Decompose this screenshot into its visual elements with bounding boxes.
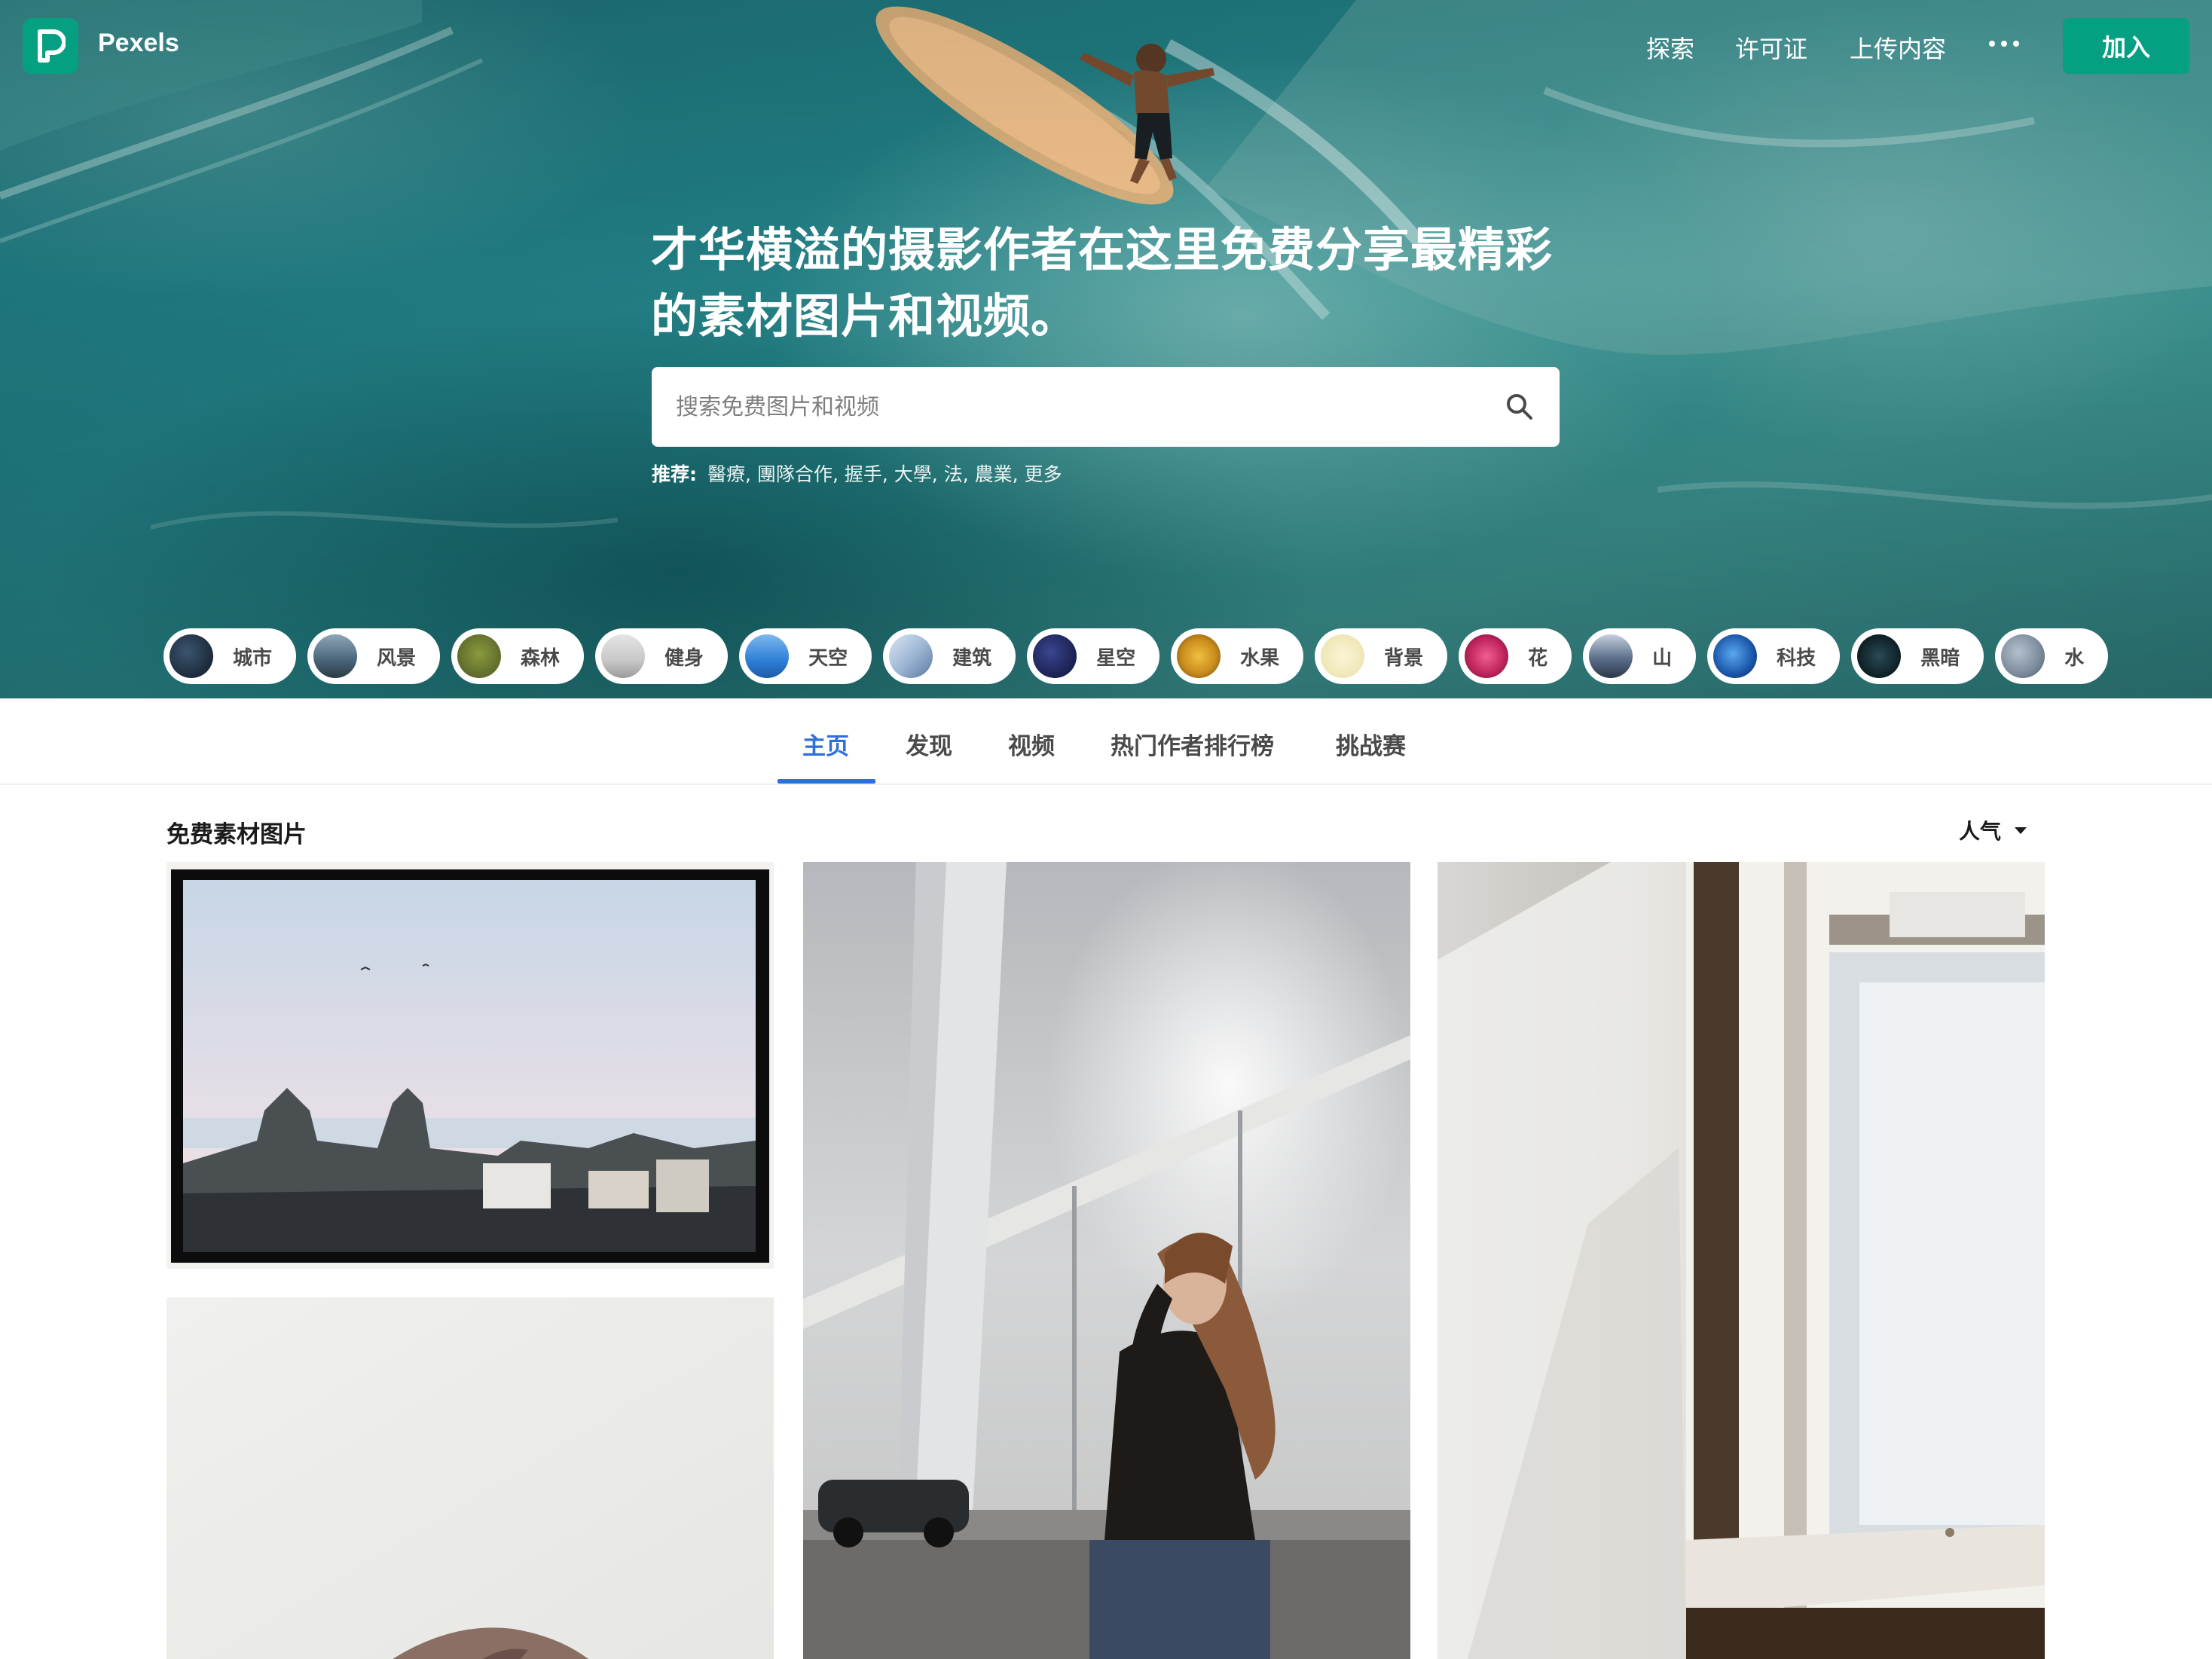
nav-explore-link[interactable]: 探索 bbox=[1646, 30, 1694, 65]
category-chip[interactable]: 风景 bbox=[307, 628, 441, 684]
category-label: 健身 bbox=[665, 646, 704, 670]
category-chip[interactable]: 星空 bbox=[1027, 628, 1160, 684]
category-label: 山 bbox=[1652, 646, 1673, 670]
category-thumbnail bbox=[1857, 634, 1902, 678]
category-label: 星空 bbox=[1096, 646, 1136, 670]
suggestion-link[interactable]: 醫療 bbox=[707, 463, 745, 485]
category-chip[interactable]: 山 bbox=[1583, 628, 1697, 684]
category-chip[interactable]: 科技 bbox=[1707, 628, 1841, 684]
category-thumbnail bbox=[2001, 634, 2045, 678]
content-tabs: 主页 发现 视频 热门作者排行榜 挑战赛 bbox=[0, 698, 2212, 785]
category-chip[interactable]: 黑暗 bbox=[1851, 628, 1984, 684]
category-chip[interactable]: 健身 bbox=[595, 628, 729, 684]
search-icon[interactable] bbox=[1480, 367, 1560, 447]
category-thumbnail bbox=[1177, 634, 1221, 678]
photo-card[interactable] bbox=[803, 862, 1410, 1659]
suggestion-link[interactable]: 握手 bbox=[845, 463, 882, 485]
category-chip[interactable]: 花 bbox=[1459, 628, 1572, 684]
category-label: 森林 bbox=[521, 646, 561, 670]
photo-card[interactable] bbox=[167, 862, 774, 1269]
category-thumbnail bbox=[1033, 634, 1077, 678]
pexels-logo-icon[interactable] bbox=[23, 18, 78, 74]
suggest-label: 推荐: bbox=[652, 463, 697, 485]
logo-text[interactable]: Pexels bbox=[98, 29, 179, 58]
search-suggestions: 推荐: 醫療, 團隊合作, 握手, 大學, 法, 農業, 更多 bbox=[652, 463, 1062, 485]
suggestion-link[interactable]: 團隊合作 bbox=[757, 463, 833, 485]
category-chip[interactable]: 建筑 bbox=[883, 628, 1016, 684]
sort-dropdown[interactable]: 人气 bbox=[1959, 815, 2027, 845]
category-thumbnail bbox=[1321, 634, 1365, 678]
category-thumbnail bbox=[457, 634, 502, 678]
section-title: 免费素材图片 bbox=[167, 821, 307, 848]
photo-image bbox=[167, 1297, 774, 1659]
nav-upload-link[interactable]: 上传内容 bbox=[1850, 30, 1946, 65]
category-label: 城市 bbox=[233, 646, 273, 670]
photo-image bbox=[167, 862, 774, 1269]
category-chips: 城市 风景 森林 健身 天空 建筑 星空 水果 背景 花 山 科技 黑暗 水 bbox=[163, 628, 2109, 684]
category-label: 建筑 bbox=[952, 646, 992, 670]
category-chip[interactable]: 背景 bbox=[1315, 628, 1448, 684]
sort-label: 人气 bbox=[1959, 819, 2002, 844]
category-label: 天空 bbox=[808, 646, 848, 670]
hero-headline: 才华横溢的摄影作者在这里免费分享最精彩的素材图片和视频。 bbox=[651, 222, 1554, 344]
category-chip[interactable]: 水果 bbox=[1171, 628, 1304, 684]
category-thumbnail bbox=[745, 634, 790, 678]
tab-videos[interactable]: 视频 bbox=[1008, 727, 1055, 761]
search-bar bbox=[652, 367, 1560, 447]
category-thumbnail bbox=[313, 634, 358, 678]
tab-home[interactable]: 主页 bbox=[802, 727, 849, 761]
category-label: 风景 bbox=[377, 646, 417, 670]
search-input[interactable] bbox=[652, 367, 1480, 447]
category-chip[interactable]: 天空 bbox=[739, 628, 872, 684]
category-label: 科技 bbox=[1777, 646, 1816, 670]
photo-image bbox=[1437, 862, 2045, 1659]
category-thumbnail bbox=[601, 634, 646, 678]
nav-license-link[interactable]: 许可证 bbox=[1735, 30, 1807, 65]
active-tab-indicator bbox=[778, 779, 875, 784]
category-thumbnail bbox=[1589, 634, 1633, 678]
suggestion-more-link[interactable]: 更多 bbox=[1025, 463, 1062, 485]
category-thumbnail bbox=[1713, 634, 1758, 678]
photo-image bbox=[803, 862, 1410, 1659]
category-label: 花 bbox=[1528, 646, 1548, 670]
category-label: 水果 bbox=[1240, 646, 1280, 670]
tab-discover[interactable]: 发现 bbox=[906, 727, 952, 761]
suggestion-link[interactable]: 農業 bbox=[975, 463, 1013, 485]
category-thumbnail bbox=[889, 634, 933, 678]
category-thumbnail bbox=[170, 634, 213, 678]
category-chip[interactable]: 森林 bbox=[451, 628, 585, 684]
category-chip[interactable]: 水 bbox=[1995, 628, 2109, 684]
photo-card[interactable] bbox=[1437, 862, 2045, 1659]
join-button[interactable]: 加入 bbox=[2063, 18, 2189, 74]
photo-card[interactable] bbox=[167, 1297, 774, 1659]
tab-challenges[interactable]: 挑战赛 bbox=[1336, 727, 1406, 761]
category-label: 背景 bbox=[1384, 646, 1424, 670]
category-thumbnail bbox=[1465, 634, 1509, 678]
more-dots-icon[interactable] bbox=[1989, 29, 2019, 59]
suggestion-link[interactable]: 大學 bbox=[894, 463, 932, 485]
category-label: 黑暗 bbox=[1920, 646, 1960, 670]
hero-banner: Pexels 探索 许可证 上传内容 加入 才华横溢的摄影作者在这里免费分享最精… bbox=[0, 0, 2212, 698]
caret-down-icon bbox=[2015, 826, 2027, 834]
category-chip[interactable]: 城市 bbox=[163, 628, 297, 684]
category-label: 水 bbox=[2064, 646, 2085, 670]
tab-leaderboard[interactable]: 热门作者排行榜 bbox=[1111, 727, 1274, 761]
suggestion-link[interactable]: 法 bbox=[944, 463, 963, 485]
